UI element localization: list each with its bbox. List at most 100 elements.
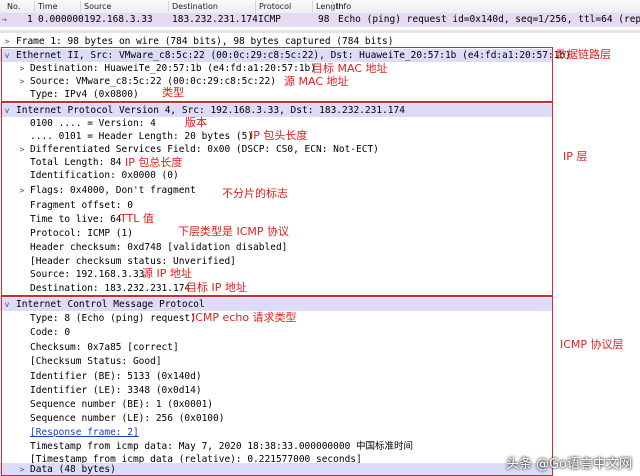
tree-eth-source[interactable]: > Source: VMware_c8:5c:22 (00:0c:29:c8:5… <box>0 75 276 88</box>
tree-icmp-timestamp[interactable]: Timestamp from icmp data: May 7, 2020 18… <box>0 440 413 453</box>
annotation-src-mac: 源 MAC 地址 <box>284 75 349 88</box>
tree-ip-checksum-status[interactable]: [Header checksum status: Unverified] <box>0 255 236 268</box>
tree-ip-identification-label: Identification: 0x0000 (0) <box>30 170 179 181</box>
tree-ip-total-length-label: Total Length: 84 <box>30 157 122 168</box>
tree-eth-type-label: Type: IPv4 (0x0800) <box>30 89 139 100</box>
datalink-layer-label: 数据链路层 <box>556 48 611 61</box>
tree-icmp-data[interactable]: > Data (48 bytes) <box>0 463 552 476</box>
tree-icmp-id-le-label: Identifier (LE): 3348 (0x0d14) <box>30 385 202 396</box>
tree-ethernet-label: Ethernet II, Src: VMware_c8:5c:22 (00:0c… <box>16 50 571 61</box>
expand-chevron-icon[interactable]: > <box>3 35 11 48</box>
tree-icmp-type-label: Type: 8 (Echo (ping) request) <box>30 313 196 324</box>
tree-ip-ttl-label: Time to live: 64 <box>30 214 122 225</box>
icmp-layer-label: ICMP 协议层 <box>560 338 624 351</box>
tree-icmp-id-be-label: Identifier (BE): 5133 (0x140d) <box>30 371 202 382</box>
tree-icmp-seq-le[interactable]: Sequence number (LE): 256 (0x0100) <box>0 412 224 425</box>
tree-ip-flags-label: Flags: 0x4000, Don't fragment <box>30 185 196 196</box>
expand-chevron-icon[interactable]: > <box>18 75 26 88</box>
tree-ip-checksum[interactable]: Header checksum: 0xd748 [validation disa… <box>0 241 287 254</box>
column-header-protocol[interactable]: Protocol <box>255 1 291 12</box>
tree-icmp-label: Internet Control Message Protocol <box>16 299 205 310</box>
expand-chevron-icon[interactable]: > <box>18 62 26 75</box>
annotation-type: 类型 <box>162 86 184 99</box>
annotation-total-len: IP 包总长度 <box>125 156 183 169</box>
tree-icmp-seq-le-label: Sequence number (LE): 256 (0x0100) <box>30 413 225 424</box>
annotation-ttl: TTL 值 <box>120 212 154 225</box>
tree-eth-source-label: Source: VMware_c8:5c:22 (00:0c:29:c8:5c:… <box>30 76 276 87</box>
tree-ip-flags[interactable]: > Flags: 0x4000, Don't fragment <box>0 184 196 197</box>
expand-chevron-icon[interactable]: > <box>18 463 26 476</box>
response-frame-link[interactable]: [Response frame: 2] <box>30 427 139 438</box>
tree-icmp-checksum-label: Checksum: 0x7a85 [correct] <box>30 342 179 353</box>
annotation-icmp-type: ICMP echo 请求类型 <box>192 311 297 324</box>
column-header-time[interactable]: Time <box>34 1 58 12</box>
annotation-dst-ip: 目标 IP 地址 <box>186 281 247 294</box>
tree-icmp-checksum-status[interactable]: [Checksum Status: Good] <box>0 355 162 368</box>
annotation-hlen: IP 包头长度 <box>250 129 308 142</box>
annotation-version: 版本 <box>185 116 207 129</box>
tree-icmp-code[interactable]: Code: 0 <box>0 326 70 339</box>
tree-ip-source-label: Source: 192.168.3.33 <box>30 269 145 280</box>
collapse-chevron-icon[interactable]: v <box>3 104 11 117</box>
tree-ip-total-length[interactable]: Total Length: 84 <box>0 156 122 169</box>
tree-icmp-timestamp-label: Timestamp from icmp data: May 7, 2020 18… <box>30 441 414 452</box>
tree-ip[interactable]: v Internet Protocol Version 4, Src: 192.… <box>0 104 552 117</box>
tree-eth-type[interactable]: Type: IPv4 (0x0800) <box>0 88 139 101</box>
tree-frame-label: Frame 1: 98 bytes on wire (784 bits), 98… <box>16 36 394 47</box>
tree-frame[interactable]: > Frame 1: 98 bytes on wire (784 bits), … <box>0 35 394 48</box>
watermark: 头条 @Go语言中文网 <box>506 452 632 472</box>
tree-ip-fragment-offset-label: Fragment offset: 0 <box>30 200 133 211</box>
tree-ip-protocol-label: Protocol: ICMP (1) <box>30 228 133 239</box>
tree-eth-destination-label: Destination: HuaweiTe_20:57:1b (e4:fd:a1… <box>30 63 316 74</box>
tree-icmp-id-le[interactable]: Identifier (LE): 3348 (0x0d14) <box>0 384 202 397</box>
tree-icmp-code-label: Code: 0 <box>30 327 71 338</box>
tree-ip-destination[interactable]: Destination: 183.232.231.174 <box>0 282 190 295</box>
tree-icmp-seq-be[interactable]: Sequence number (BE): 1 (0x0001) <box>0 398 213 411</box>
tree-ip-protocol[interactable]: Protocol: ICMP (1) <box>0 227 133 240</box>
column-header-info[interactable]: Info <box>332 1 351 12</box>
expand-chevron-icon[interactable]: > <box>18 143 26 156</box>
tree-ip-source[interactable]: Source: 192.168.3.33 <box>0 268 144 281</box>
tree-icmp-id-be[interactable]: Identifier (BE): 5133 (0x140d) <box>0 370 202 383</box>
tree-icmp[interactable]: v Internet Control Message Protocol <box>0 298 552 311</box>
tree-ethernet[interactable]: v Ethernet II, Src: VMware_c8:5c:22 (00:… <box>0 49 571 62</box>
annotation-upper: 下层类型是 ICMP 协议 <box>178 225 290 238</box>
annotation-dst-mac: 目标 MAC 地址 <box>312 62 388 75</box>
tree-icmp-data-label: Data (48 bytes) <box>30 464 116 475</box>
tree-ip-dsf[interactable]: > Differentiated Services Field: 0x00 (D… <box>0 143 379 156</box>
tree-icmp-checksum[interactable]: Checksum: 0x7a85 [correct] <box>0 341 179 354</box>
tree-eth-destination[interactable]: > Destination: HuaweiTe_20:57:1b (e4:fd:… <box>0 62 316 75</box>
tree-icmp-seq-be-label: Sequence number (BE): 1 (0x0001) <box>30 399 214 410</box>
tree-icmp-type[interactable]: Type: 8 (Echo (ping) request) <box>0 312 196 325</box>
ip-layer-label: IP 层 <box>563 150 588 163</box>
cell-no: 1 <box>27 14 33 25</box>
tree-ip-version[interactable]: 0100 .... = Version: 4 <box>0 117 156 130</box>
cell-length: 98 <box>318 14 330 25</box>
packet-list: No. Time Source Destination Protocol Len… <box>0 0 640 30</box>
cell-time: 0.000000 <box>38 14 84 25</box>
column-header-destination[interactable]: Destination <box>168 1 218 12</box>
expand-chevron-icon[interactable]: > <box>18 184 26 197</box>
tree-ip-identification[interactable]: Identification: 0x0000 (0) <box>0 169 179 182</box>
cell-protocol: ICMP <box>258 14 281 25</box>
collapse-chevron-icon[interactable]: v <box>3 49 11 62</box>
watermark-text: 头条 @Go语言中文网 <box>505 456 632 472</box>
tree-ip-ttl[interactable]: Time to live: 64 <box>0 213 122 226</box>
tree-ip-checksum-status-label: [Header checksum status: Unverified] <box>30 256 236 267</box>
column-header-no[interactable]: No. <box>4 1 20 12</box>
annotation-nofrag: 不分片的标志 <box>222 187 288 200</box>
tree-ip-label: Internet Protocol Version 4, Src: 192.16… <box>16 105 405 116</box>
tree-icmp-response-frame[interactable]: [Response frame: 2] <box>0 426 139 439</box>
collapse-chevron-icon[interactable]: v <box>3 298 11 311</box>
pane-splitter[interactable] <box>0 30 640 33</box>
column-header-source[interactable]: Source <box>80 1 111 12</box>
tree-ip-hlen[interactable]: .... 0101 = Header Length: 20 bytes (5) <box>0 130 253 143</box>
packet-list-header: No. Time Source Destination Protocol Len… <box>0 0 640 14</box>
cell-source: 192.168.3.33 <box>84 14 153 25</box>
cell-info: Echo (ping) request id=0x140d, seq=1/256… <box>338 14 640 25</box>
annotation-src-ip: 源 IP 地址 <box>142 267 192 280</box>
row-arrow-icon: → <box>2 15 7 24</box>
tree-ip-fragment-offset[interactable]: Fragment offset: 0 <box>0 199 133 212</box>
tree-ip-destination-label: Destination: 183.232.231.174 <box>30 283 191 294</box>
packet-row[interactable]: → 1 0.000000 192.168.3.33 183.232.231.17… <box>0 13 640 27</box>
